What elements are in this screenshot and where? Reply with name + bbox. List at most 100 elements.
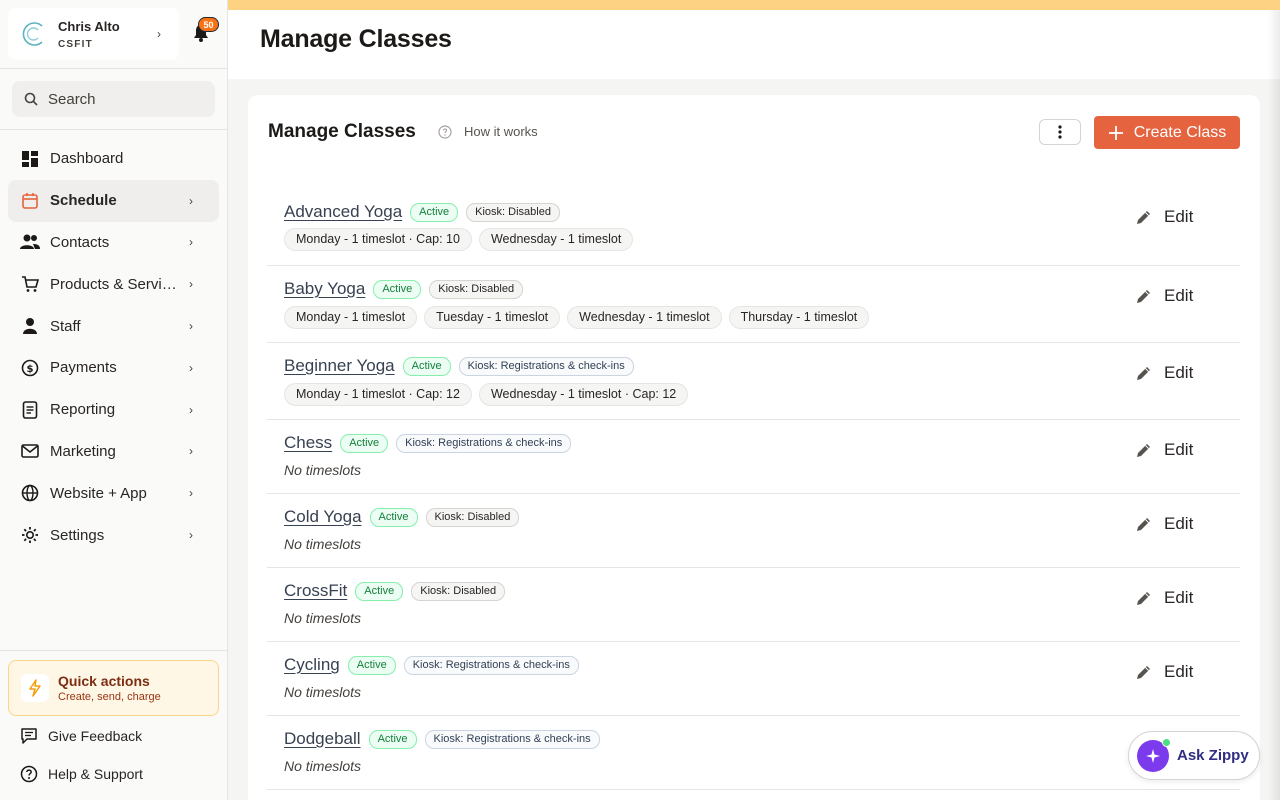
edit-label: Edit: [1164, 662, 1194, 681]
class-name-link[interactable]: Baby Yoga: [284, 279, 365, 299]
svg-text:$: $: [27, 364, 34, 375]
pencil-icon: [1137, 366, 1150, 380]
search-input[interactable]: [48, 90, 198, 108]
pencil-icon: [1137, 289, 1150, 303]
brand-logo-icon: [22, 22, 43, 46]
more-options-button[interactable]: [1039, 119, 1081, 145]
sidebar-item-staff[interactable]: Staff ›: [8, 305, 219, 347]
ask-zippy-label: Ask Zippy: [1177, 747, 1249, 764]
pencil-icon: [1137, 210, 1150, 224]
class-row: CrossFit Active Kiosk: Disabled No times…: [267, 568, 1240, 642]
calendar-icon: [20, 191, 40, 211]
class-name-link[interactable]: Advanced Yoga: [284, 202, 402, 222]
class-name-link[interactable]: Cycling: [284, 655, 340, 675]
sidebar-item-label: Dashboard: [50, 150, 124, 168]
edit-button[interactable]: Edit: [1135, 440, 1193, 460]
pencil-icon: [1137, 517, 1150, 531]
edit-button[interactable]: Edit: [1135, 514, 1193, 534]
kebab-menu-icon: [1058, 125, 1062, 139]
status-badge: Active: [347, 655, 396, 675]
edit-label: Edit: [1164, 363, 1194, 382]
class-name-link[interactable]: CrossFit: [284, 581, 347, 601]
pencil-icon: [1137, 443, 1150, 457]
no-timeslots-text: No timeslots: [284, 684, 362, 700]
chevron-right-icon: ›: [189, 528, 193, 543]
class-name-link[interactable]: Beginner Yoga: [284, 356, 395, 376]
kiosk-badge: Kiosk: Registrations & check-ins: [458, 356, 634, 376]
help-support-link[interactable]: Help & Support: [20, 765, 143, 783]
status-badge: Active: [355, 581, 404, 601]
notification-count-badge: 50: [198, 17, 219, 32]
chevron-right-icon: ›: [189, 402, 193, 417]
kiosk-badge: Kiosk: Registrations & check-ins: [424, 729, 600, 749]
dollar-coin-icon: $: [20, 358, 40, 378]
mail-icon: [20, 441, 40, 461]
sidebar-item-payments[interactable]: $ Payments ›: [8, 347, 219, 389]
class-row: Advanced Yoga Active Kiosk: Disabled Mon…: [267, 185, 1240, 266]
online-indicator: [1162, 737, 1171, 747]
timeslot-chip: Thursday - 1 timeslot: [728, 306, 870, 329]
give-feedback-link[interactable]: Give Feedback: [20, 727, 142, 745]
sidebar-divider: [0, 650, 228, 651]
sidebar-item-contacts[interactable]: Contacts ›: [8, 222, 219, 264]
edit-label: Edit: [1164, 514, 1194, 533]
chevron-right-icon: ›: [189, 277, 193, 292]
sidebar-nav: Dashboard Schedule › Contacts › Products…: [8, 138, 219, 556]
class-name-link[interactable]: Cold Yoga: [284, 507, 362, 527]
how-it-works-link[interactable]: How it works: [438, 124, 538, 139]
how-it-works-label: How it works: [464, 124, 538, 139]
ask-zippy-button[interactable]: Ask Zippy: [1128, 731, 1260, 780]
sidebar-item-products-services[interactable]: Products & Services ›: [8, 263, 219, 305]
account-name: Chris Alto: [58, 18, 120, 34]
edit-button[interactable]: Edit: [1135, 286, 1193, 306]
sidebar-item-website-app[interactable]: Website + App ›: [8, 472, 219, 514]
edit-label: Edit: [1164, 207, 1194, 226]
chevron-right-icon: ›: [189, 360, 193, 375]
timeslot-chip: Monday - 1 timeslot · Cap: 10: [284, 228, 472, 251]
report-icon: [20, 400, 40, 420]
no-timeslots-text: No timeslots: [284, 758, 362, 774]
timeslot-chip: Wednesday - 1 timeslot: [478, 228, 634, 251]
feedback-icon: [21, 728, 37, 744]
help-circle-icon: [438, 124, 452, 139]
class-name-link[interactable]: Chess: [284, 433, 332, 453]
class-row: Cycling Active Kiosk: Registrations & ch…: [267, 642, 1240, 716]
status-badge: Active: [369, 507, 418, 527]
sidebar-item-dashboard[interactable]: Dashboard: [8, 138, 219, 180]
class-name-link[interactable]: Dodgeball: [284, 729, 361, 749]
kiosk-badge: Kiosk: Registrations & check-ins: [403, 655, 579, 675]
sidebar-item-marketing[interactable]: Marketing ›: [8, 431, 219, 473]
edit-button[interactable]: Edit: [1135, 588, 1193, 608]
globe-icon: [20, 483, 40, 503]
no-timeslots-text: No timeslots: [284, 610, 362, 626]
sidebar-item-schedule[interactable]: Schedule ›: [8, 179, 219, 222]
no-timeslots-text: No timeslots: [284, 462, 362, 478]
create-class-button[interactable]: Create Class: [1094, 116, 1240, 149]
quick-actions-button[interactable]: Quick actions Create, send, charge: [8, 660, 219, 716]
kiosk-badge: Kiosk: Disabled: [425, 507, 520, 527]
sidebar-item-label: Schedule: [50, 192, 117, 210]
edit-button[interactable]: Edit: [1135, 662, 1193, 682]
chevron-right-icon: ›: [189, 193, 193, 208]
quick-actions-title: Quick actions: [58, 673, 150, 689]
kiosk-badge: Kiosk: Registrations & check-ins: [396, 433, 572, 453]
quick-actions-subtitle: Create, send, charge: [58, 691, 161, 703]
class-row: Chess Active Kiosk: Registrations & chec…: [267, 420, 1240, 494]
edit-button[interactable]: Edit: [1135, 207, 1193, 227]
sparkle-icon: [1137, 737, 1171, 772]
sidebar-item-reporting[interactable]: Reporting ›: [8, 389, 219, 431]
edit-label: Edit: [1164, 588, 1194, 607]
account-switcher[interactable]: Chris Alto CSFIT ›: [8, 8, 179, 60]
sidebar-item-label: Contacts: [50, 233, 110, 251]
class-row: Cold Yoga Active Kiosk: Disabled No time…: [267, 494, 1240, 568]
page-header: Manage Classes: [228, 10, 1280, 79]
kiosk-badge: Kiosk: Disabled: [429, 279, 524, 299]
timeslot-chip: Monday - 1 timeslot · Cap: 12: [284, 383, 472, 406]
edit-button[interactable]: Edit: [1135, 363, 1193, 383]
sidebar-item-label: Website + App: [50, 484, 147, 502]
sidebar-divider: [0, 68, 228, 69]
account-org: CSFIT: [58, 38, 93, 50]
pencil-icon: [1137, 591, 1150, 605]
chevron-right-icon: ›: [189, 235, 193, 250]
sidebar-item-settings[interactable]: Settings ›: [8, 514, 219, 556]
